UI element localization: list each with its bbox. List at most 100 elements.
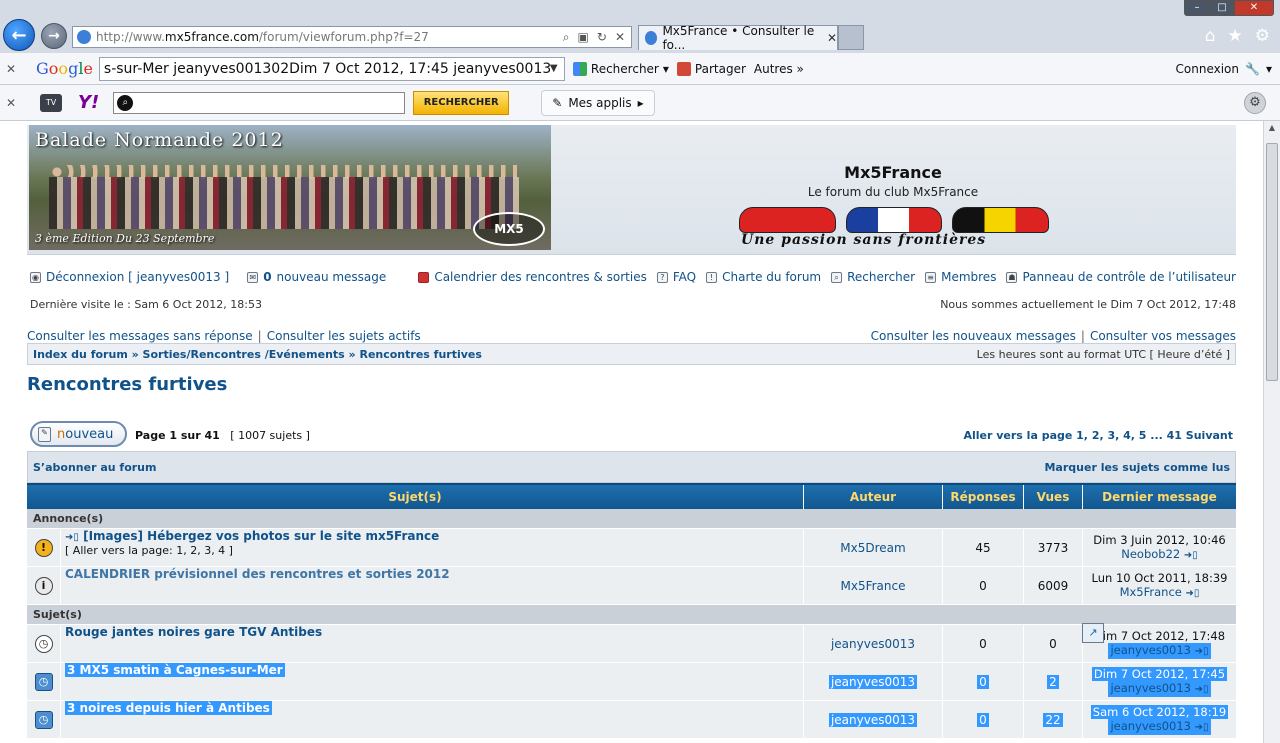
table-header: Sujet(s) Auteur Réponses Vues Dernier me…	[27, 483, 1236, 509]
mark-read-link[interactable]: Marquer les sujets comme lus	[1044, 461, 1230, 474]
tv-icon[interactable]: TV	[40, 93, 62, 112]
scroll-up-icon[interactable]: ▲	[1266, 123, 1278, 137]
back-button[interactable]: ←	[3, 19, 35, 51]
members-link[interactable]: ≡ Membres	[925, 270, 996, 284]
refresh-icon[interactable]: ↻	[597, 30, 607, 45]
topic-author[interactable]: Mx5France	[804, 567, 943, 604]
tab-close-icon[interactable]: ✕	[827, 31, 837, 45]
last-post: Dim 7 Oct 2012, 17:48 jeanyves0013 ➜▯	[1093, 628, 1226, 659]
charter-link[interactable]: ! Charte du forum	[706, 270, 821, 284]
subscribe-link[interactable]: S’abonner au forum	[33, 461, 156, 474]
window-controls: – □ ✕	[1184, 0, 1274, 16]
message-icon: ✉	[247, 271, 259, 283]
pagination[interactable]: Aller vers la page 1, 2, 3, 4, 5 ... 41 …	[963, 429, 1233, 442]
wrench-icon[interactable]: 🔧	[1245, 62, 1260, 76]
new-tab-button[interactable]	[838, 25, 864, 50]
unanswered-link[interactable]: Consulter les messages sans réponse	[27, 329, 253, 343]
breadcrumb-path[interactable]: Index du forum » Sorties/Rencontres /Evé…	[33, 348, 482, 361]
new-posts-link[interactable]: Consulter les nouveaux messages	[871, 329, 1076, 343]
view-latest-post-icon[interactable]: ➜▯	[1184, 550, 1198, 561]
col-subject[interactable]: Sujet(s)	[27, 485, 804, 509]
page-title[interactable]: Rencontres furtives	[27, 374, 227, 395]
settings-gear-icon[interactable]: ⚙	[1244, 91, 1266, 114]
faq-link[interactable]: ? FAQ	[656, 270, 696, 284]
logout-link[interactable]: ◉ Déconnexion [ jeanyves0013 ]	[30, 270, 229, 284]
ucp-link[interactable]: ☗ Panneau de contrôle de l’utilisateur	[1006, 270, 1236, 284]
google-search-button[interactable]: Rechercher ▾	[572, 61, 669, 76]
topic-views: 22	[1043, 712, 1063, 727]
apps-icon: ✎	[552, 95, 563, 110]
col-replies[interactable]: Réponses	[943, 485, 1024, 509]
tab-title: Mx5France • Consulter le fo...	[662, 24, 815, 52]
more-button[interactable]: Autres »	[754, 62, 804, 76]
topic-views: 2	[1047, 674, 1059, 689]
charter-icon: !	[706, 271, 718, 283]
chevron-down-icon[interactable]: ▾	[1266, 62, 1272, 76]
google-logo: Google	[36, 59, 93, 78]
col-last-post[interactable]: Dernier message	[1083, 485, 1236, 509]
your-posts-link[interactable]: Consulter vos messages	[1090, 329, 1236, 343]
forward-button[interactable]: →	[41, 23, 67, 49]
topic-title[interactable]: 3 MX5 smatin à Cagnes-sur-Mer	[65, 663, 285, 677]
topic-author[interactable]: Mx5Dream	[804, 529, 943, 566]
close-toolbar-icon[interactable]: ✕	[0, 62, 22, 76]
topic-title[interactable]: CALENDRIER prévisionnel des rencontres e…	[65, 567, 450, 581]
topic-author[interactable]: jeanyves0013	[828, 674, 918, 689]
address-search-icon[interactable]: ⌕	[563, 30, 570, 45]
compat-view-icon[interactable]: ▣	[578, 30, 589, 45]
url-text: http://www.mx5france.com/forum/viewforum…	[96, 30, 429, 44]
close-window-button[interactable]: ✕	[1234, 0, 1274, 16]
topic-pages[interactable]: [ Aller vers la page: 1, 2, 3, 4 ]	[65, 544, 233, 557]
maximize-button[interactable]: □	[1210, 0, 1234, 16]
search-link[interactable]: ⌕ Rechercher	[831, 270, 915, 284]
topic-title[interactable]: 3 noires depuis hier à Antibes	[65, 701, 272, 715]
share-icon	[676, 61, 691, 76]
chevron-down-icon[interactable]: ▼	[550, 58, 564, 80]
share-button[interactable]: Partager	[676, 61, 746, 76]
new-topic-button[interactable]: ✎ nouveau	[30, 421, 127, 447]
yahoo-search-input[interactable]: ⌕	[113, 91, 406, 114]
topic-title[interactable]: ➜▯ [Images] Hébergez vos photos sur le s…	[65, 529, 439, 543]
address-bar[interactable]: http://www.mx5france.com/forum/viewforum…	[72, 26, 632, 48]
view-latest-post-icon[interactable]: ➜▯	[1195, 722, 1209, 733]
french-car-icon	[845, 207, 943, 233]
view-latest-post-icon[interactable]: ➜▯	[1195, 684, 1209, 695]
banner-image[interactable]: Balade Normande 2012 3 ème Edition Du 23…	[29, 125, 551, 250]
topic-replies: 0	[977, 712, 989, 727]
new-post-icon[interactable]: ➜▯	[65, 532, 79, 543]
new-messages-link[interactable]: ✉ 0 nouveau message	[247, 270, 386, 284]
vertical-scrollbar[interactable]: ▲	[1263, 121, 1280, 743]
yahoo-logo[interactable]: Y!	[78, 92, 99, 113]
col-views[interactable]: Vues	[1024, 485, 1083, 509]
connexion-button[interactable]: Connexion 🔧 ▾	[1176, 62, 1280, 76]
google-search-input[interactable]: s-sur-Mer jeanyves001302Dim 7 Oct 2012, …	[98, 56, 565, 81]
calendar-link[interactable]: Calendrier des rencontres & sorties	[418, 270, 647, 284]
home-icon[interactable]: ⌂	[1205, 26, 1216, 46]
topic-title[interactable]: Rouge jantes noires gare TGV Antibes	[65, 625, 322, 639]
my-apps-button[interactable]: ✎ Mes applis ▸	[541, 89, 655, 116]
topics-section: Sujet(s)	[27, 605, 1236, 625]
topic-replies: 45	[943, 529, 1024, 566]
stop-icon[interactable]: ✕	[615, 30, 625, 45]
col-author[interactable]: Auteur	[804, 485, 943, 509]
accelerator-icon[interactable]: ↗	[1082, 623, 1104, 643]
topic-views: 3773	[1024, 529, 1083, 566]
tools-gear-icon[interactable]: ⚙	[1255, 26, 1270, 46]
minimize-button[interactable]: –	[1184, 0, 1210, 16]
active-topics-link[interactable]: Consulter les sujets actifs	[267, 329, 421, 343]
search-icon: ⌕	[117, 94, 134, 111]
google-toolbar: ✕ Google s-sur-Mer jeanyves001302Dim 7 O…	[0, 53, 1280, 85]
scroll-thumb[interactable]	[1266, 143, 1278, 381]
tab-mx5france[interactable]: Mx5France • Consulter le fo... ✕	[638, 24, 838, 52]
topic-read-icon: ◷	[34, 634, 53, 653]
view-latest-post-icon[interactable]: ➜▯	[1195, 646, 1209, 657]
favorites-star-icon[interactable]: ★	[1228, 26, 1243, 46]
yahoo-search-button[interactable]: RECHERCHER	[413, 90, 510, 115]
swiss-car-icon	[739, 207, 836, 233]
new-topic-icon: ✎	[38, 426, 51, 442]
google-search-icon	[572, 61, 587, 76]
close-toolbar-icon[interactable]: ✕	[0, 96, 22, 110]
topic-author[interactable]: jeanyves0013	[804, 625, 943, 662]
topic-author[interactable]: jeanyves0013	[828, 712, 918, 727]
view-latest-post-icon[interactable]: ➜▯	[1186, 588, 1200, 599]
